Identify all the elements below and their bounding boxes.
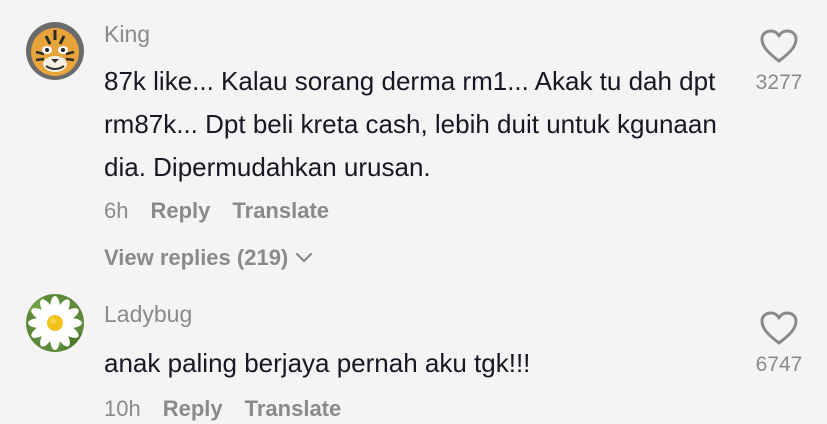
- comment-meta: 10h Reply Translate: [104, 395, 717, 423]
- like-count: 3277: [755, 71, 803, 94]
- like-button[interactable]: 6747: [749, 310, 809, 377]
- like-button[interactable]: 3277: [749, 28, 809, 95]
- view-replies-label: View replies (219): [104, 245, 289, 270]
- comment-text: anak paling berjaya pernah aku tgk!!!: [104, 348, 531, 378]
- comment-text: 87k like... Kalau sorang derma rm1... Ak…: [104, 66, 717, 182]
- like-count: 6747: [755, 353, 803, 376]
- view-replies-button[interactable]: View replies (219): [104, 245, 717, 271]
- comment-time: 6h: [104, 198, 129, 223]
- comment-username[interactable]: King: [104, 20, 717, 48]
- heart-icon: [760, 311, 798, 345]
- user-avatar[interactable]: [26, 22, 84, 80]
- heart-icon: [760, 29, 798, 63]
- translate-button[interactable]: Translate: [245, 395, 342, 423]
- chevron-down-icon: [296, 252, 313, 263]
- translate-button[interactable]: Translate: [232, 197, 329, 225]
- comment-item: King 87k like... Kalau sorang derma rm1.…: [0, 0, 827, 280]
- comment-body: King 87k like... Kalau sorang derma rm1.…: [104, 20, 717, 271]
- daisy-avatar-icon: [26, 294, 84, 352]
- comment-username[interactable]: Ladybug: [104, 300, 717, 328]
- comment-meta: 6h Reply Translate: [104, 197, 717, 225]
- comment-time: 10h: [104, 396, 141, 421]
- user-avatar[interactable]: [26, 294, 84, 352]
- reply-button[interactable]: Reply: [150, 197, 210, 225]
- comment-body: Ladybug anak paling berjaya pernah aku t…: [104, 300, 717, 423]
- tiger-avatar-icon: [26, 22, 84, 80]
- reply-button[interactable]: Reply: [163, 395, 223, 423]
- comment-item: Ladybug anak paling berjaya pernah aku t…: [0, 280, 827, 424]
